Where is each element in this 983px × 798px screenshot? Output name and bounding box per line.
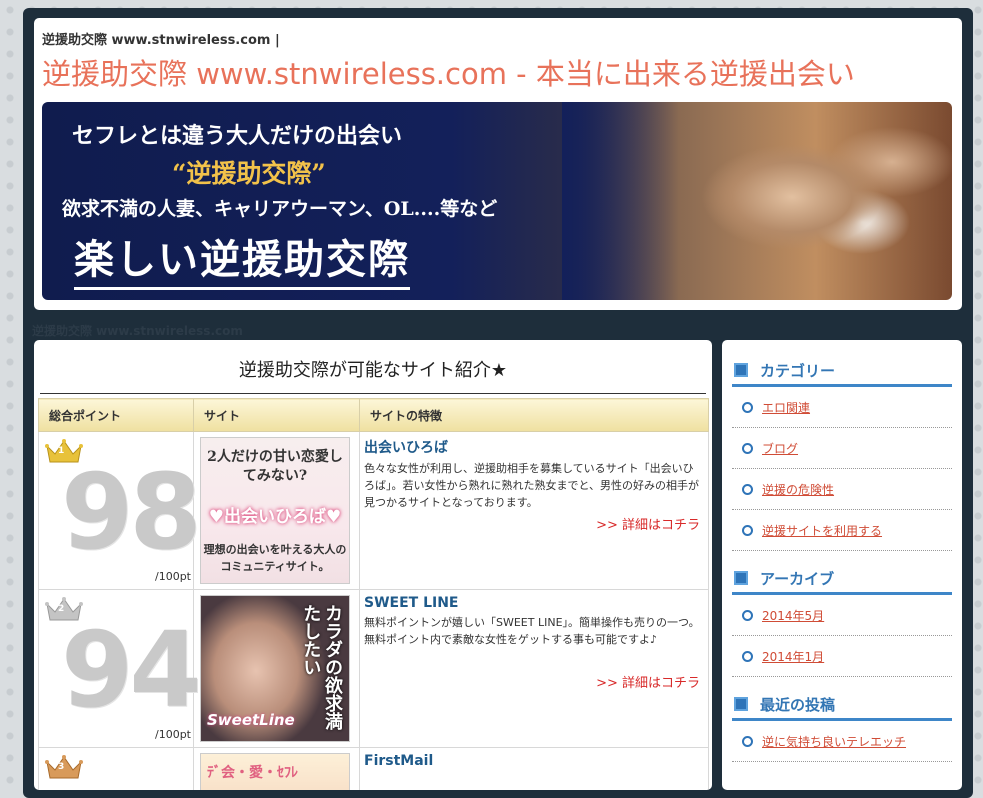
sidebar-item: エロ関連	[732, 387, 952, 428]
main-content: 逆援助交際が可能なサイト紹介★ 総合ポイント サイト サイトの特徴 1 98 /…	[34, 340, 712, 790]
sidebar-heading: カテゴリー	[760, 361, 836, 380]
square-icon	[734, 571, 748, 585]
bullet-icon	[742, 735, 753, 747]
site-banner-image[interactable]: 2人だけの甘い恋愛してみない? ♥出会いひろば♥ 理想の出会いを叶える大人のコミ…	[200, 437, 350, 584]
sidebar-link[interactable]: 逆援サイトを利用する	[762, 522, 882, 539]
site-small-title[interactable]: 逆援助交際 www.stnwireless.com |	[42, 29, 280, 48]
site-title[interactable]: 逆援助交際 www.stnwireless.com - 本当に出来る逆援出会い	[42, 51, 855, 93]
main-heading: 逆援助交際が可能なサイト紹介★	[238, 360, 508, 381]
sidebar-link[interactable]: ブログ	[762, 440, 798, 457]
banner-line-3: 欲求不満の人妻、キャリアウーマン、OL....等など	[62, 198, 498, 220]
column-header-site: サイト	[193, 398, 360, 432]
sidebar-item: 逆に気持ち良いテレエッチ	[732, 721, 952, 762]
site-ranking-table: 総合ポイント サイト サイトの特徴 1 98 /100pt 2人だけの甘い恋愛し…	[38, 398, 709, 790]
site-title-link[interactable]: 出会いひろば	[364, 437, 704, 457]
site-banner-image[interactable]: カラダの欲求満たしたい SweetLine	[200, 595, 350, 742]
sidebar-categories: カテゴリー エロ関連 ブログ 逆援の危険性 逆援サイトを利用する	[732, 356, 952, 551]
banner-logo-text: SweetLine	[207, 711, 295, 729]
sidebar-link[interactable]: 2014年1月	[762, 648, 824, 665]
score-value: 94	[61, 609, 202, 731]
sidebar-item: 逆援の危険性	[732, 469, 952, 510]
bullet-icon	[742, 483, 753, 495]
sidebar-item: 2014年5月	[732, 595, 952, 636]
sidebar: カテゴリー エロ関連 ブログ 逆援の危険性 逆援サイトを利用する アーカイブ 2…	[722, 340, 962, 790]
score-value: 98	[61, 451, 202, 573]
score-unit: /100pt	[155, 728, 191, 741]
rank-number: 3	[58, 762, 65, 772]
banner-photo	[562, 102, 952, 300]
sub-strip: 逆援助交際 www.stnwireless.com	[32, 324, 243, 338]
banner-headline: 楽しい逆援助交際	[74, 227, 410, 290]
site-title-link[interactable]: FirstMail	[364, 753, 704, 769]
bullet-icon	[742, 401, 753, 413]
score-unit: /100pt	[155, 570, 191, 583]
banner-text: 2人だけの甘い恋愛してみない?	[207, 449, 343, 484]
sidebar-item: 逆援サイトを利用する	[732, 510, 952, 551]
sidebar-link[interactable]: 2014年5月	[762, 607, 824, 624]
details-link[interactable]: >> 詳細はコチラ	[596, 672, 700, 691]
bullet-icon	[742, 442, 753, 454]
bullet-icon	[742, 524, 753, 536]
sidebar-recent: 最近の投稿 逆に気持ち良いテレエッチ	[732, 690, 952, 762]
site-title-link[interactable]: SWEET LINE	[364, 595, 704, 611]
banner-text: カラダの欲求満たしたい	[300, 604, 343, 730]
table-row: 2 94 /100pt カラダの欲求満たしたい SweetLine SWEET …	[38, 589, 709, 748]
banner-caption: 理想の出会いを叶える大人のコミュニティサイト。	[203, 543, 347, 573]
column-header-score: 総合ポイント	[38, 398, 194, 432]
table-row: 3 ﾃﾞ会・愛・ｾﾌﾚ FirstMail	[38, 747, 709, 790]
sidebar-item: 2014年1月	[732, 636, 952, 677]
sidebar-archive: アーカイブ 2014年5月 2014年1月	[732, 564, 952, 677]
header-banner: セフレとは違う大人だけの出会い “逆援助交際” 欲求不満の人妻、キャリアウーマン…	[42, 102, 952, 300]
sidebar-link[interactable]: エロ関連	[762, 399, 810, 416]
bullet-icon	[742, 650, 753, 662]
sidebar-link[interactable]: 逆に気持ち良いテレエッチ	[762, 733, 906, 750]
sidebar-heading: アーカイブ	[760, 569, 835, 588]
banner-line-2: “逆援助交際”	[172, 159, 326, 188]
site-header: 逆援助交際 www.stnwireless.com | 逆援助交際 www.st…	[34, 18, 962, 310]
banner-logo-text: ♥出会いひろば♥	[208, 507, 342, 527]
column-header-features: サイトの特徴	[359, 398, 709, 432]
heading-divider	[40, 393, 706, 394]
square-icon	[734, 363, 748, 377]
sidebar-link[interactable]: 逆援の危険性	[762, 481, 834, 498]
site-description: 無料ポイントンが嬉しい「SWEET LINE」。簡単操作も売りの一つ。無料ポイン…	[364, 616, 700, 647]
square-icon	[734, 697, 748, 711]
banner-line-1: セフレとは違う大人だけの出会い	[72, 123, 403, 149]
bullet-icon	[742, 609, 753, 621]
table-row: 1 98 /100pt 2人だけの甘い恋愛してみない? ♥出会いひろば♥ 理想の…	[38, 431, 709, 590]
banner-text: ﾃﾞ会・愛・ｾﾌﾚ	[207, 765, 298, 781]
details-link[interactable]: >> 詳細はコチラ	[596, 514, 700, 533]
site-banner-image[interactable]: ﾃﾞ会・愛・ｾﾌﾚ	[200, 753, 350, 790]
sidebar-heading: 最近の投稿	[760, 695, 836, 714]
sidebar-item: ブログ	[732, 428, 952, 469]
site-description: 色々な女性が利用し、逆援助相手を募集しているサイト「出会いひろば」。若い女性から…	[364, 462, 700, 510]
